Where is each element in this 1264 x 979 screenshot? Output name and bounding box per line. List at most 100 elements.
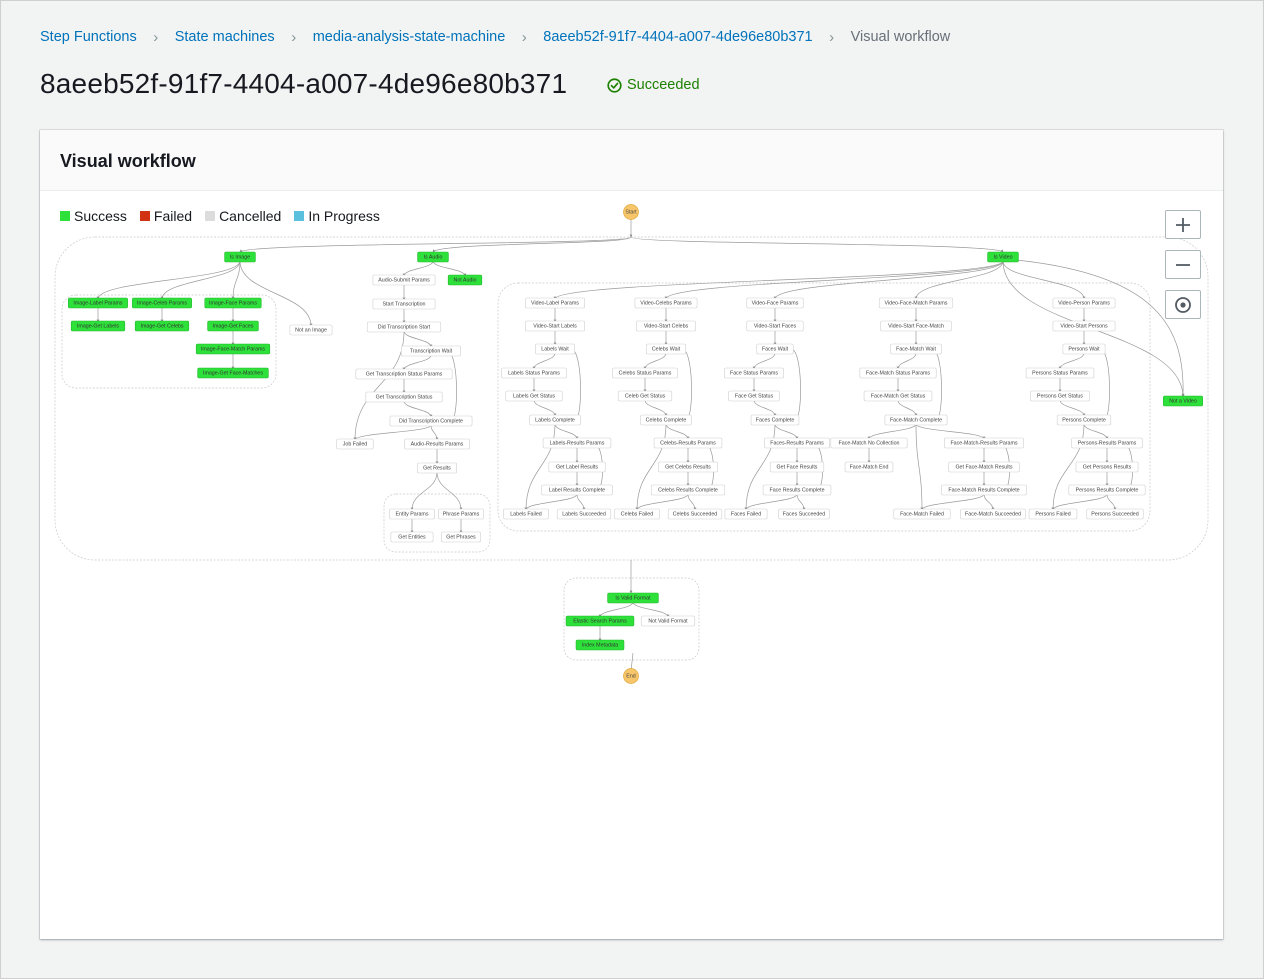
- workflow-node-video-start-celebs[interactable]: Video-Start Celebs: [636, 320, 696, 332]
- breadcrumb-execution[interactable]: 8aeeb52f-91f7-4404-a007-4de96e80b371: [543, 29, 812, 45]
- breadcrumb-state-machine[interactable]: media-analysis-state-machine: [313, 29, 506, 45]
- workflow-node-face-status-params[interactable]: Face Status Params: [724, 367, 784, 379]
- workflow-node-celebs-succeeded[interactable]: Celebs Succeeded: [667, 508, 723, 520]
- workflow-node-get-face-match-results[interactable]: Get Face-Match Results: [948, 461, 1020, 473]
- workflow-node-get-transcription-status-params[interactable]: Get Transcription Status Params: [355, 368, 453, 380]
- workflow-node-get-results[interactable]: Get Results: [417, 462, 457, 474]
- workflow-node-face-match-failed[interactable]: Face-Match Failed: [893, 508, 951, 520]
- workflow-node-get-face-results[interactable]: Get Face Results: [769, 461, 825, 473]
- workflow-node-not-a-video[interactable]: Not a Video: [1163, 395, 1203, 407]
- workflow-node-persons-complete[interactable]: Persons Complete: [1056, 414, 1112, 426]
- workflow-node-video-face-match-params[interactable]: Video-Face-Match Params: [878, 297, 954, 309]
- workflow-node-persons-failed[interactable]: Persons Failed: [1028, 508, 1078, 520]
- workflow-node-face-results-complete[interactable]: Face Results Complete: [762, 484, 832, 496]
- workflow-node-persons-results-params[interactable]: Persons-Results Params: [1071, 437, 1143, 449]
- workflow-node-faces-complete[interactable]: Faces Complete: [750, 414, 800, 426]
- workflow-node-labels-complete[interactable]: Labels Complete: [529, 414, 581, 426]
- workflow-node-celebs-wait[interactable]: Celebs Wait: [646, 343, 686, 355]
- workflow-node-labels-succeeded[interactable]: Labels Succeeded: [556, 508, 612, 520]
- workflow-node-get-persons-results[interactable]: Get Persons Results: [1075, 461, 1139, 473]
- workflow-node-audio-results-params[interactable]: Audio-Results Params: [404, 438, 470, 450]
- workflow-node-video-start-persons[interactable]: Video-Start Persons: [1052, 320, 1116, 332]
- workflow-node-image-get-celebs[interactable]: Image-Get Celebs: [134, 320, 190, 332]
- workflow-node-persons-succeeded[interactable]: Persons Succeeded: [1086, 508, 1144, 520]
- workflow-node-not-audio[interactable]: Not Audio: [447, 274, 483, 286]
- workflow-node-image-face-params[interactable]: Image-Face Params: [204, 297, 262, 309]
- workflow-node-is-image[interactable]: Is Image: [224, 251, 256, 263]
- workflow-node-celebs-results-complete[interactable]: Celebs Results Complete: [650, 484, 726, 496]
- workflow-node-start[interactable]: Start: [623, 204, 639, 220]
- workflow-node-did-transcription-complete[interactable]: Did Transcription Complete: [389, 415, 473, 427]
- workflow-node-celebs-failed[interactable]: Celebs Failed: [614, 508, 660, 520]
- workflow-graph[interactable]: Start End Is Image Is Audio Is Video Image-La…: [40, 130, 1223, 939]
- workflow-node-celeb-get-status[interactable]: Celeb Get Status: [617, 390, 673, 402]
- workflow-node-image-get-labels[interactable]: Image-Get Labels: [70, 320, 126, 332]
- breadcrumb-step-functions[interactable]: Step Functions: [40, 29, 137, 45]
- workflow-node-is-audio[interactable]: Is Audio: [417, 251, 449, 263]
- workflow-node-video-face-params[interactable]: Video-Face Params: [746, 297, 804, 309]
- workflow-node-faces-succeeded[interactable]: Faces Succeeded: [778, 508, 830, 520]
- workflow-node-audio-submit-params[interactable]: Audio-Submit Params: [372, 274, 436, 286]
- zoom-out-button[interactable]: [1165, 250, 1201, 279]
- workflow-node-video-start-labels[interactable]: Video-Start Labels: [525, 320, 585, 332]
- workflow-node-celebs-complete[interactable]: Celebs Complete: [640, 414, 692, 426]
- workflow-node-transcription-wait[interactable]: Transcription Wait: [401, 345, 461, 357]
- workflow-node-video-celebs-params[interactable]: Video-Celebs Params: [634, 297, 698, 309]
- workflow-node-persons-results-complete[interactable]: Persons Results Complete: [1068, 484, 1146, 496]
- workflow-node-face-match-wait[interactable]: Face-Match Wait: [890, 343, 942, 355]
- workflow-node-persons-get-status[interactable]: Persons Get Status: [1030, 390, 1090, 402]
- workflow-node-get-label-results[interactable]: Get Label Results: [548, 461, 606, 473]
- workflow-node-face-match-succeeded[interactable]: Face-Match Succeeded: [960, 508, 1026, 520]
- workflow-node-image-face-match-params[interactable]: Image-Face-Match Params: [195, 343, 271, 355]
- workflow-node-not-an-image[interactable]: Not an Image: [289, 324, 333, 336]
- workflow-node-face-match-end[interactable]: Face-Match End: [844, 461, 894, 473]
- workflow-node-image-label-params[interactable]: Image-Label Params: [68, 297, 128, 309]
- workflow-node-face-match-get-status[interactable]: Face-Match Get Status: [863, 390, 933, 402]
- workflow-node-image-celeb-params[interactable]: Image-Celeb Params: [132, 297, 192, 309]
- workflow-node-not-valid-format[interactable]: Not Valid Format: [640, 615, 696, 627]
- workflow-node-face-match-results-complete[interactable]: Face-Match Results Complete: [941, 484, 1027, 496]
- workflow-node-faces-wait[interactable]: Faces Wait: [756, 343, 794, 355]
- workflow-node-video-person-params[interactable]: Video-Person Params: [1052, 297, 1116, 309]
- workflow-node-index-metadata[interactable]: Index Metadata: [575, 639, 625, 651]
- workflow-node-face-match-no-collection[interactable]: Face-Match No Collection: [830, 437, 908, 449]
- workflow-node-did-transcription-start[interactable]: Did Transcription Start: [366, 321, 442, 333]
- workflow-node-celebs-results-params[interactable]: Celebs-Results Params: [653, 437, 723, 449]
- workflow-node-entity-params[interactable]: Entity Params: [389, 508, 435, 520]
- workflow-node-faces-results-params[interactable]: Faces-Results Params: [764, 437, 830, 449]
- workflow-node-is-video[interactable]: Is Video: [987, 251, 1019, 263]
- workflow-node-video-start-faces[interactable]: Video-Start Faces: [746, 320, 804, 332]
- workflow-node-labels-failed[interactable]: Labels Failed: [503, 508, 549, 520]
- workflow-node-image-get-faces[interactable]: Image-Get Faces: [207, 320, 259, 332]
- breadcrumb-state-machines[interactable]: State machines: [175, 29, 275, 45]
- workflow-node-labels-status-params[interactable]: Labels Status Params: [501, 367, 567, 379]
- workflow-node-labels-get-status[interactable]: Labels Get Status: [505, 390, 563, 402]
- workflow-node-start-transcription[interactable]: Start Transcription: [372, 298, 436, 310]
- workflow-node-job-failed[interactable]: Job Failed: [336, 438, 374, 450]
- workflow-node-get-transcription-status[interactable]: Get Transcription Status: [365, 391, 443, 403]
- workflow-nodes[interactable]: Start End Is Image Is Audio Is Video Image-La…: [68, 204, 1203, 684]
- workflow-node-video-start-face-match[interactable]: Video-Start Face-Match: [880, 320, 952, 332]
- workflow-node-get-entities[interactable]: Get Entities: [390, 531, 434, 543]
- workflow-node-get-celebs-results[interactable]: Get Celebs Results: [658, 461, 718, 473]
- center-view-button[interactable]: [1165, 290, 1201, 319]
- workflow-node-elastic-search-params[interactable]: Elastic Search Params: [565, 615, 635, 627]
- workflow-node-image-get-face-matches[interactable]: Image-Get Face-Matches: [197, 367, 269, 379]
- workflow-node-end[interactable]: End: [623, 668, 639, 684]
- workflow-node-labels-wait[interactable]: Labels Wait: [535, 343, 575, 355]
- workflow-node-faces-failed[interactable]: Faces Failed: [724, 508, 768, 520]
- workflow-node-persons-status-params[interactable]: Persons Status Params: [1025, 367, 1095, 379]
- workflow-node-face-match-results-params[interactable]: Face-Match-Results Params: [944, 437, 1024, 449]
- workflow-node-face-match-complete[interactable]: Face-Match Complete: [884, 414, 948, 426]
- workflow-node-labels-results-params[interactable]: Labels-Results Params: [542, 437, 612, 449]
- workflow-node-is-valid-format[interactable]: Is Valid Format: [607, 592, 659, 604]
- workflow-node-phrase-params[interactable]: Phrase Params: [438, 508, 484, 520]
- workflow-node-get-phrases[interactable]: Get Phrases: [441, 531, 481, 543]
- workflow-node-face-match-status-params[interactable]: Face-Match Status Params: [859, 367, 937, 379]
- workflow-node-celebs-status-params[interactable]: Celebs Status Params: [612, 367, 678, 379]
- workflow-node-label-results-complete[interactable]: Label Results Complete: [541, 484, 613, 496]
- zoom-in-button[interactable]: [1165, 210, 1201, 239]
- workflow-node-video-label-params[interactable]: Video-Label Params: [525, 297, 585, 309]
- workflow-node-persons-wait[interactable]: Persons Wait: [1062, 343, 1106, 355]
- workflow-node-face-get-status[interactable]: Face Get Status: [728, 390, 780, 402]
